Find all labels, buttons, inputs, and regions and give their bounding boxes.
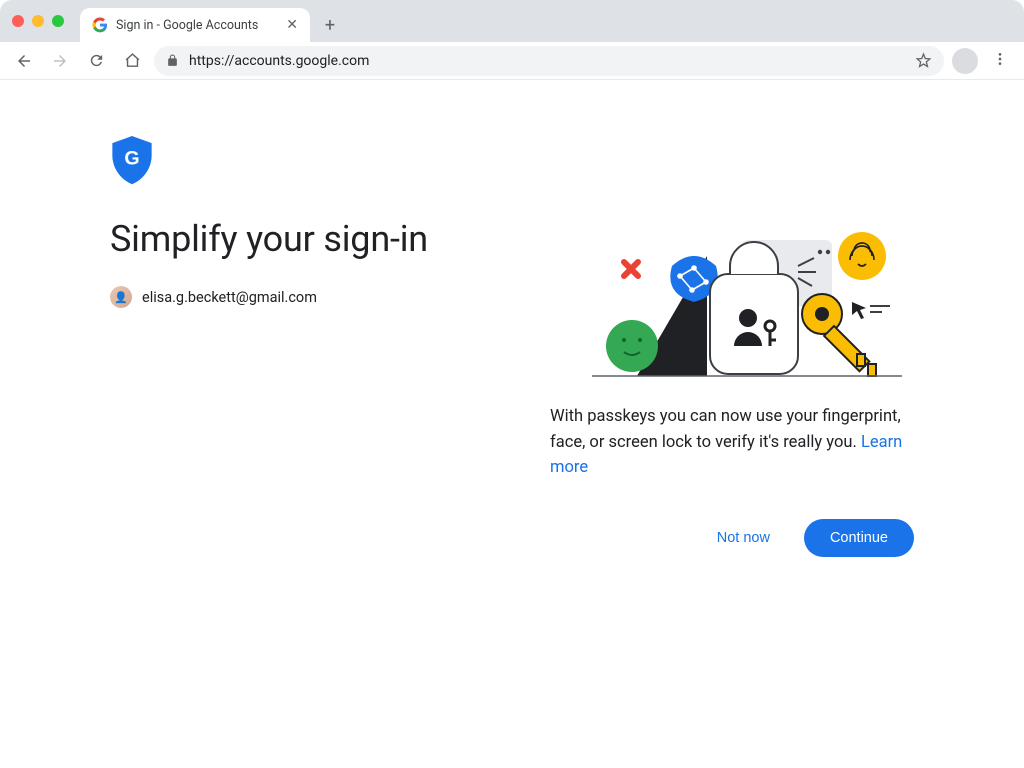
arrow-left-icon: [15, 52, 33, 70]
page-heading: Simplify your sign-in: [110, 218, 530, 260]
google-shield-icon: G: [110, 136, 154, 186]
bookmark-star-icon[interactable]: [915, 52, 932, 69]
browser-menu-button[interactable]: [986, 51, 1014, 71]
browser-tab[interactable]: Sign in - Google Accounts ✕: [80, 8, 310, 42]
url-text: https://accounts.google.com: [189, 53, 905, 69]
browser-toolbar: https://accounts.google.com: [0, 42, 1024, 80]
home-button[interactable]: [118, 47, 146, 75]
new-tab-button[interactable]: +: [316, 11, 344, 39]
tab-title: Sign in - Google Accounts: [116, 18, 278, 33]
account-chip[interactable]: 👤 elisa.g.beckett@gmail.com: [110, 286, 530, 308]
arrow-right-icon: [51, 52, 69, 70]
close-window-icon[interactable]: [12, 15, 24, 27]
browser-chrome: Sign in - Google Accounts ✕ + https://ac…: [0, 0, 1024, 80]
passkeys-illustration: [552, 226, 912, 386]
left-column: G Simplify your sign-in 👤 elisa.g.becket…: [110, 136, 530, 557]
lock-icon: [166, 54, 179, 67]
forward-button[interactable]: [46, 47, 74, 75]
maximize-window-icon[interactable]: [52, 15, 64, 27]
continue-button[interactable]: Continue: [804, 519, 914, 557]
back-button[interactable]: [10, 47, 38, 75]
right-column: With passkeys you can now use your finge…: [550, 136, 914, 557]
description-text: With passkeys you can now use your finge…: [550, 404, 914, 481]
address-bar[interactable]: https://accounts.google.com: [154, 46, 944, 76]
titlebar: Sign in - Google Accounts ✕ +: [0, 0, 1024, 42]
reload-button[interactable]: [82, 47, 110, 75]
user-avatar-icon: 👤: [110, 286, 132, 308]
description-body: With passkeys you can now use your finge…: [550, 407, 901, 452]
minimize-window-icon[interactable]: [32, 15, 44, 27]
action-row: Not now Continue: [550, 519, 914, 557]
reload-icon: [88, 52, 105, 69]
tab-close-icon[interactable]: ✕: [286, 17, 298, 33]
account-email: elisa.g.beckett@gmail.com: [142, 289, 317, 306]
window-controls: [12, 0, 80, 42]
page-content: G Simplify your sign-in 👤 elisa.g.becket…: [0, 80, 1024, 557]
svg-text:G: G: [124, 148, 139, 170]
profile-button[interactable]: [952, 48, 978, 74]
kebab-menu-icon: [992, 51, 1008, 67]
not-now-button[interactable]: Not now: [713, 522, 774, 554]
home-icon: [124, 52, 141, 69]
google-favicon-icon: [92, 17, 108, 33]
